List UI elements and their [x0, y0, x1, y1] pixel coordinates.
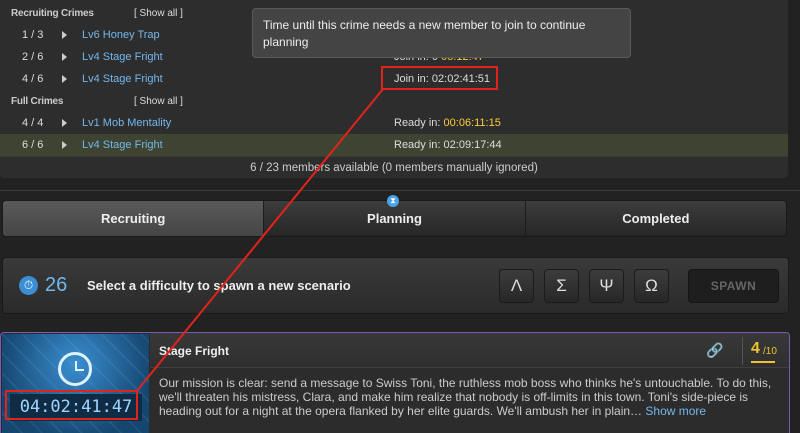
recruiting-show-all-link[interactable]: [ Show all ]: [134, 8, 183, 19]
spawn-bar: ⏱ 26 Select a difficulty to spawn a new …: [2, 257, 789, 314]
level-underline: [751, 361, 775, 363]
highlight-join-time: [381, 66, 498, 90]
tab-recruiting[interactable]: Recruiting: [3, 201, 265, 236]
crime-name-link[interactable]: Lv1 Mob Mentality: [82, 117, 171, 129]
crime-name-link[interactable]: Lv4 Stage Fright: [82, 73, 163, 85]
show-more-link[interactable]: Show more: [645, 404, 706, 418]
full-section-title: Full Crimes: [11, 95, 64, 107]
expand-arrow-icon[interactable]: [62, 119, 67, 127]
difficulty-omega-button[interactable]: Ω: [634, 269, 669, 303]
hourglass-icon: ⧗: [387, 195, 399, 207]
status-time: 02:09:17:44: [443, 139, 502, 151]
scenario-title: Stage Fright: [159, 344, 230, 358]
scenario-header: [150, 333, 789, 368]
crime-name-link[interactable]: Lv4 Stage Fright: [82, 51, 163, 63]
crime-row[interactable]: 4 / 4 Lv1 Mob Mentality Ready in: 00:06:…: [0, 112, 788, 134]
crime-status: Ready in: 00:06:11:15: [394, 117, 501, 129]
tab-completed[interactable]: Completed: [526, 201, 786, 236]
stopwatch-icon: ⏱: [19, 276, 38, 295]
scenario-level: 4 /10: [742, 337, 782, 365]
difficulty-sigma-button[interactable]: Σ: [544, 269, 579, 303]
section-divider: [0, 190, 800, 191]
crime-member-count: 2 / 6: [22, 51, 44, 63]
spawn-instruction: Select a difficulty to spawn a new scena…: [87, 278, 351, 293]
expand-arrow-icon[interactable]: [62, 53, 67, 61]
crime-name-link[interactable]: Lv4 Stage Fright: [82, 139, 163, 151]
crime-row[interactable]: 6 / 6 Lv4 Stage Fright Ready in: 02:09:1…: [0, 134, 788, 156]
crime-member-count: 1 / 3: [22, 29, 44, 41]
member-summary: 6 / 23 members available (0 members manu…: [0, 156, 788, 178]
expand-arrow-icon[interactable]: [62, 75, 67, 83]
crime-member-count: 4 / 4: [22, 117, 44, 129]
crime-name-link[interactable]: Lv6 Honey Trap: [82, 29, 160, 41]
status-label: Ready in:: [394, 117, 441, 129]
tooltip: Time until this crime needs a new member…: [252, 8, 631, 58]
expand-arrow-icon[interactable]: [62, 31, 67, 39]
scenario-count: 26: [45, 274, 68, 296]
full-show-all-link[interactable]: [ Show all ]: [134, 96, 183, 107]
level-max: /10: [763, 346, 777, 357]
crime-member-count: 6 / 6: [22, 139, 44, 151]
difficulty-lambda-button[interactable]: Λ: [499, 269, 534, 303]
clock-icon: [58, 352, 92, 386]
level-value: 4: [751, 340, 760, 357]
highlight-scenario-timer: [5, 390, 138, 420]
expand-arrow-icon[interactable]: [62, 141, 67, 149]
spawn-button[interactable]: SPAWN: [688, 269, 779, 303]
recruiting-section-title: Recruiting Crimes: [11, 7, 94, 19]
status-time: 00:06:11:15: [443, 117, 501, 129]
link-icon[interactable]: 🔗: [706, 342, 723, 358]
scenario-description: Our mission is clear: send a message to …: [159, 376, 784, 418]
crime-status: Ready in: 02:09:17:44: [394, 139, 502, 151]
status-label: Ready in:: [394, 139, 441, 151]
full-section-header: Full Crimes [ Show all ]: [0, 90, 788, 112]
crime-member-count: 4 / 6: [22, 73, 44, 85]
difficulty-psi-button[interactable]: Ψ: [589, 269, 624, 303]
